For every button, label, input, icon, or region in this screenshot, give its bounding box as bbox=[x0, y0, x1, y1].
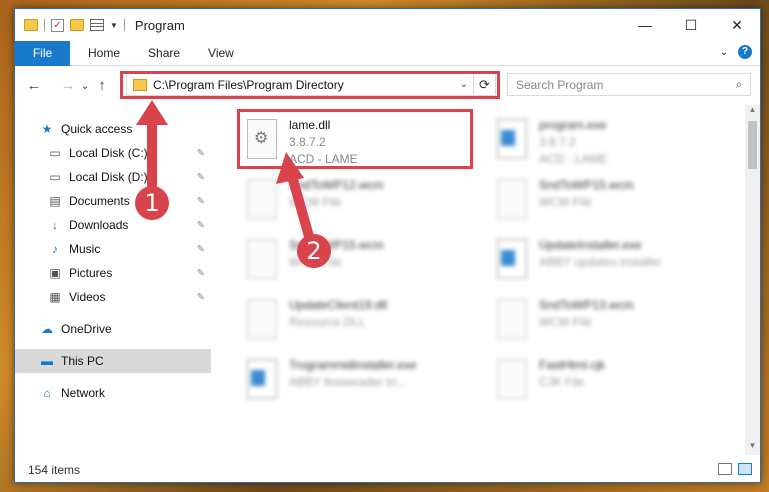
arrow-2-head bbox=[276, 152, 304, 184]
step-1-badge: 1 bbox=[135, 186, 169, 220]
arrow-2 bbox=[287, 171, 315, 245]
annotation-arrows bbox=[136, 100, 315, 245]
arrow-1-head bbox=[136, 100, 168, 125]
step-2-badge: 2 bbox=[297, 234, 331, 268]
